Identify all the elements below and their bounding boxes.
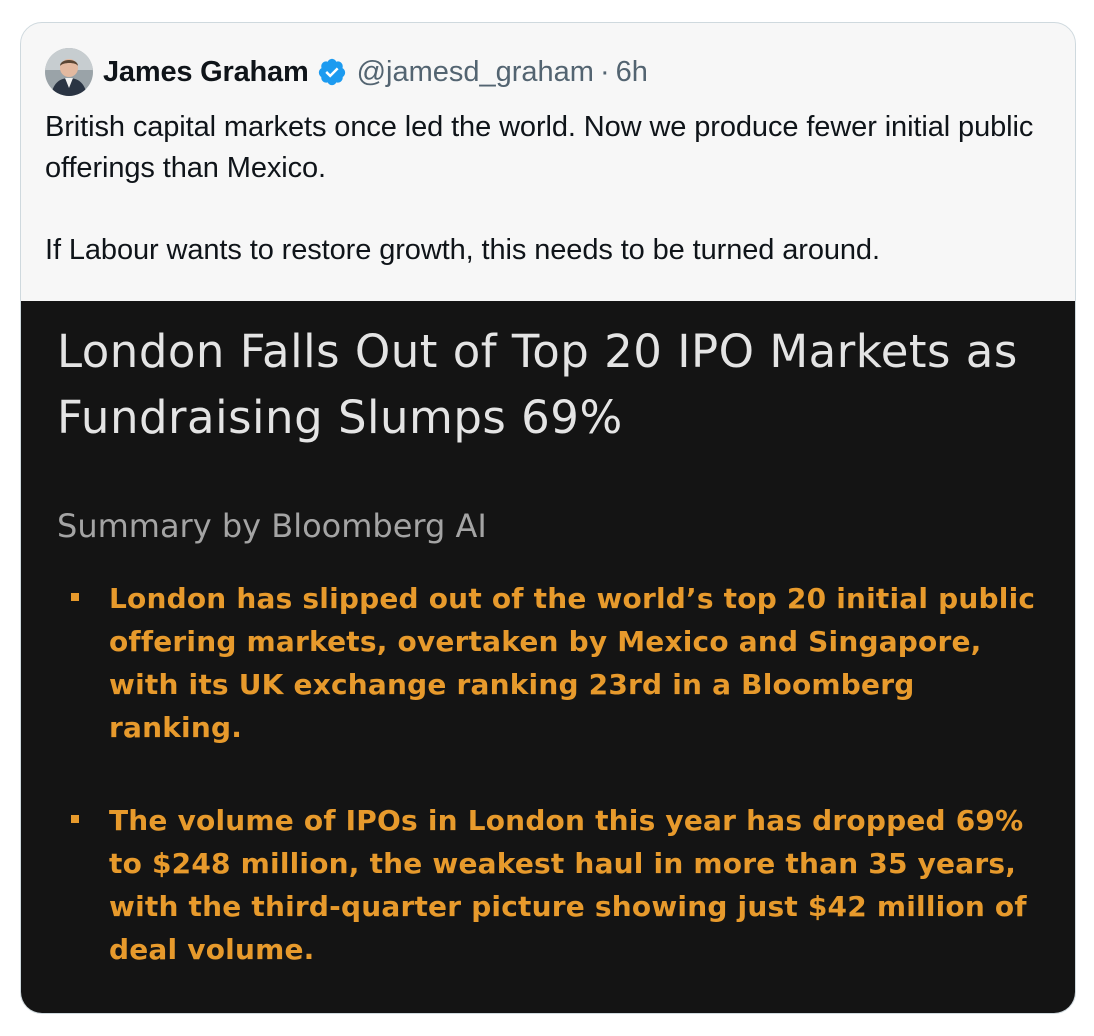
tweet-media-image[interactable]: London Falls Out of Top 20 IPO Markets a… [21, 301, 1075, 1013]
dot-separator: · [599, 55, 610, 88]
summary-bullet-list: London has slipped out of the world’s to… [57, 577, 1047, 971]
avatar[interactable] [45, 48, 93, 96]
tweet-timestamp[interactable]: 6h [616, 56, 648, 89]
summary-bullet-text: London has slipped out of the world’s to… [109, 582, 1036, 744]
media-headline: London Falls Out of Top 20 IPO Markets a… [57, 325, 1018, 444]
tweet-paragraph-2: If Labour wants to restore growth, this … [45, 234, 880, 266]
bullet-square-icon [71, 815, 79, 823]
tweet-header: James Graham @jamesd_graham · 6h [45, 47, 648, 97]
bullet-square-icon [71, 593, 79, 601]
tweet-paragraph-1: British capital markets once led the wor… [45, 111, 1034, 184]
tweet-card[interactable]: James Graham @jamesd_graham · 6h British… [20, 22, 1076, 1014]
tweet-text: British capital markets once led the wor… [45, 107, 1055, 271]
display-name[interactable]: James Graham [103, 56, 309, 89]
summary-bullet: London has slipped out of the world’s to… [57, 577, 1047, 749]
author-handle[interactable]: @jamesd_graham [357, 56, 594, 89]
summary-bullet-text: The volume of IPOs in London this year h… [109, 804, 1027, 966]
media-summary-label: Summary by Bloomberg AI [57, 507, 487, 545]
verified-badge-icon [317, 57, 347, 87]
summary-bullet: The volume of IPOs in London this year h… [57, 799, 1047, 971]
